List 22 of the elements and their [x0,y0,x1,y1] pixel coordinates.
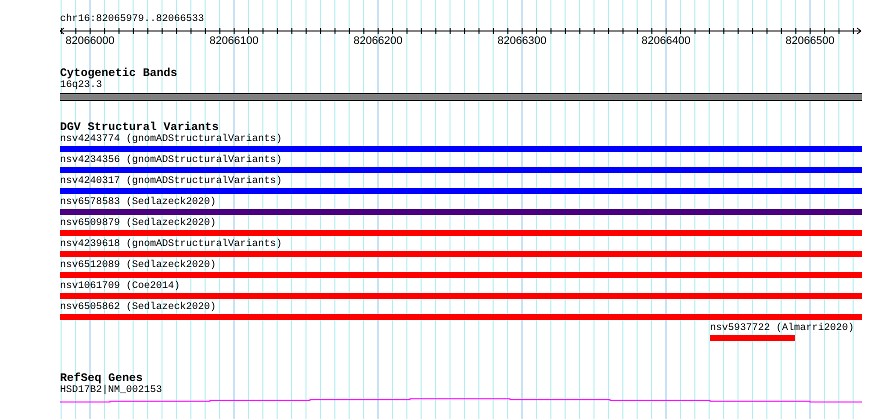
variant-label: nsv6505862 (Sedlazeck2020) [60,302,216,314]
track-title: DGV Structural Variants [60,122,219,134]
ruler-label: 82066200 [354,35,402,47]
track-title: Cytogenetic Bands [60,68,178,80]
ruler-label: 82066000 [66,35,114,47]
variant-label: nsv1061709 (Coe2014) [60,281,180,293]
variant-label: nsv4234356 (gnomADStructuralVariants) [60,155,282,167]
variant-label: nsv4243774 (gnomADStructuralVariants) [60,134,282,146]
gene-label: HSD17B2|NM_002153 [60,385,162,397]
band-label: 16q23.3 [60,80,102,92]
ruler-label: 82066500 [786,35,834,47]
variant-label: nsv6578583 (Sedlazeck2020) [60,197,216,209]
variant-label: nsv4239618 (gnomADStructuralVariants) [60,239,282,251]
variant-label: nsv6512089 (Sedlazeck2020) [60,260,216,272]
track-title: RefSeq Genes [60,373,143,385]
ruler-label: 82066100 [210,35,258,47]
ruler-label: 82066400 [642,35,690,47]
location-label: chr16:82065979..82066533 [60,14,204,26]
variant-label: nsv4240317 (gnomADStructuralVariants) [60,176,282,188]
ruler-label: 82066300 [498,35,546,47]
variant-label: nsv5937722 (Almarri2020) [710,323,854,335]
variant-label: nsv6509879 (Sedlazeck2020) [60,218,216,230]
